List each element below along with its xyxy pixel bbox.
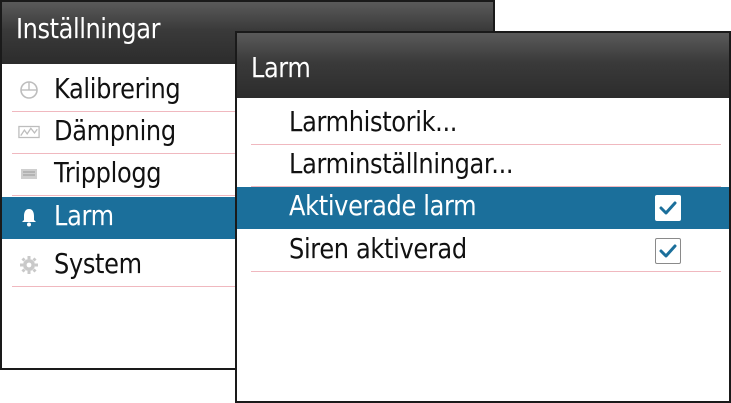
checkmark-icon: [659, 201, 677, 215]
gear-icon: [18, 256, 40, 274]
settings-item-label: Tripplogg: [54, 156, 162, 189]
alarm-item-label: Siren aktiverad: [289, 232, 467, 265]
alarm-header: Larm: [237, 33, 729, 98]
alarm-title: Larm: [251, 51, 311, 84]
siren-checkbox[interactable]: [655, 238, 681, 264]
alarm-item-label: Larminställningar...: [289, 147, 514, 180]
calibration-icon: [18, 81, 40, 99]
triplog-icon: [18, 165, 40, 183]
checkmark-icon: [659, 244, 677, 258]
settings-item-label: Larm: [54, 199, 114, 232]
alarm-item-history[interactable]: Larmhistorik...: [251, 103, 721, 145]
bell-icon: [18, 208, 40, 227]
alarm-panel: Larm Larmhistorik... Larminställningar..…: [235, 31, 731, 403]
settings-item-label: Dämpning: [54, 114, 176, 147]
settings-item-label: Kalibrering: [54, 72, 181, 105]
activated-alarms-checkbox[interactable]: [655, 195, 681, 221]
alarm-item-label: Larmhistorik...: [289, 105, 458, 138]
alarm-item-settings[interactable]: Larminställningar...: [251, 145, 721, 187]
settings-title: Inställningar: [16, 12, 161, 45]
alarm-item-label: Aktiverade larm: [289, 189, 477, 222]
alarm-item-activated-alarms[interactable]: Aktiverade larm: [237, 187, 729, 229]
damping-icon: [18, 123, 40, 141]
alarm-item-siren[interactable]: Siren aktiverad: [251, 230, 721, 272]
settings-item-label: System: [54, 247, 142, 280]
